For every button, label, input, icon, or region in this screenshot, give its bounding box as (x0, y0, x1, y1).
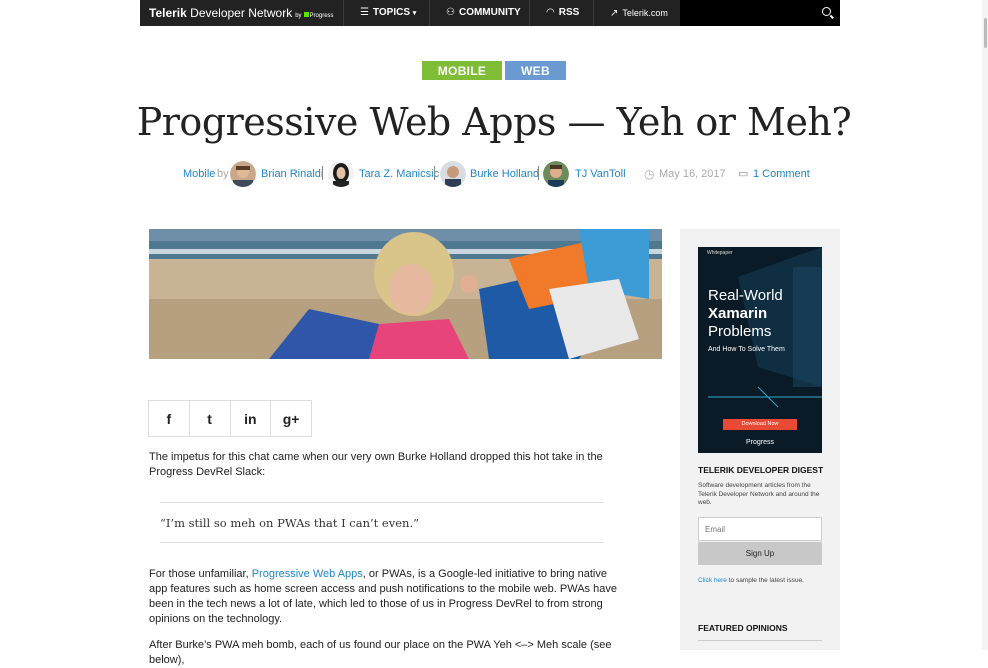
ad-subtitle: And How To Solve Them (708, 346, 785, 353)
avatar-tara[interactable] (328, 161, 354, 187)
clock-icon: ◷ (644, 167, 655, 181)
byline-by: by (217, 168, 229, 180)
googleplus-share-icon[interactable]: g+ (271, 401, 311, 436)
comments-link[interactable]: 1 Comment (753, 160, 810, 188)
nav-topics[interactable]: ☰ TOPICS ▾ (343, 0, 429, 26)
comment-icon: ▭ (738, 168, 749, 180)
signup-button[interactable]: Sign Up (698, 542, 822, 565)
author-brian[interactable]: Brian Rinaldi (261, 160, 323, 188)
whitepaper-ad[interactable]: Whitepaper Real-World Xamarin Problems A… (698, 247, 822, 453)
facebook-share-icon[interactable]: f (149, 401, 190, 436)
quote-rule-top (160, 502, 604, 503)
caret-down-icon: ▾ (412, 10, 417, 17)
featured-opinions-heading: FEATURED OPINIONS (698, 623, 788, 633)
ad-line1: Real-World (708, 287, 783, 304)
brand-bold: Telerik (149, 6, 187, 20)
nav-topics-label: TOPICS (372, 7, 411, 18)
sample-issue-text: Click here to sample the latest issue. (698, 577, 804, 584)
byline-divider (322, 166, 323, 180)
byline-divider (538, 166, 539, 180)
ad-label: Whitepaper (707, 250, 733, 256)
external-link-icon: ↗ (610, 8, 619, 19)
nav-community[interactable]: ⚇ COMMUNITY (429, 0, 529, 26)
featured-divider (698, 640, 822, 641)
digest-title: TELERIK DEVELOPER DIGEST (698, 465, 824, 475)
download-now-button[interactable]: Download Now (723, 419, 797, 430)
hero-image (149, 229, 662, 359)
ad-headline: Real-World Xamarin Problems (708, 287, 818, 341)
avatar-brian[interactable] (230, 161, 256, 187)
site-logo[interactable]: Telerik Developer Network by Progress (149, 6, 334, 20)
author-tara[interactable]: Tara Z. Manicsic (359, 160, 439, 188)
avatar-tj[interactable] (543, 161, 569, 187)
scrollbar[interactable] (982, 0, 988, 650)
email-field[interactable] (698, 517, 822, 541)
ad-line2: Xamarin (708, 305, 768, 322)
avatar-burke[interactable] (440, 161, 466, 187)
digest-description: Software development articles from the T… (698, 482, 820, 506)
main-nav: Telerik Developer Network by Progress ☰ TOP… (140, 0, 840, 26)
pwa-link[interactable]: Progressive Web Apps (252, 568, 363, 580)
sample-issue-rest: to sample the latest issue. (726, 577, 804, 584)
quote-rule-bottom (160, 542, 604, 543)
publish-date: May 16, 2017 (659, 168, 726, 180)
ad-line3: Problems (708, 323, 772, 340)
paragraph-intro: The impetus for this chat came when our … (149, 451, 603, 478)
nav-telerik-link[interactable]: ↗ Telerik.com (593, 0, 680, 26)
tag-web[interactable]: WEB (505, 61, 566, 80)
author-burke[interactable]: Burke Holland (470, 160, 539, 188)
twitter-share-icon[interactable]: t (190, 401, 231, 436)
top-bar: Telerik Developer Network by Progress ☰ TOP… (0, 0, 988, 26)
nav-telerik-label: Telerik.com (622, 8, 668, 18)
users-icon: ⚇ (446, 7, 455, 18)
pull-quote: “I’m still so meh on PWAs that I can’t e… (160, 516, 419, 530)
scrollbar-thumb[interactable] (984, 18, 987, 48)
search-area (680, 0, 840, 26)
paragraph-pwa: For those unfamiliar, Progressive Web Ap… (149, 567, 619, 627)
article-title: Progressive Web Apps — Yeh or Meh? (136, 100, 852, 144)
linkedin-share-icon[interactable]: in (231, 401, 272, 436)
brand-progress: Progress (302, 13, 334, 19)
nav-community-label: COMMUNITY (458, 7, 521, 18)
share-bar: f t in g+ (148, 400, 312, 437)
brand-by: by (295, 13, 302, 19)
menu-icon: ☰ (360, 7, 369, 18)
brand-rest: Developer Network (190, 6, 293, 20)
paragraph-pwa-text: For those unfamiliar, (149, 568, 252, 580)
ad-progress-logo: Progress (745, 439, 774, 446)
sample-issue-link[interactable]: Click here (698, 577, 727, 584)
tag-mobile[interactable]: MOBILE (422, 61, 502, 80)
author-tj[interactable]: TJ VanToll (575, 160, 626, 188)
search-icon[interactable] (822, 7, 831, 16)
paragraph-scale: After Burke’s PWA meh bomb, each of us f… (149, 639, 612, 666)
nav-rss[interactable]: ◠ RSS (529, 0, 593, 26)
rss-icon: ◠ (546, 7, 555, 18)
nav-rss-label: RSS (558, 7, 580, 18)
category-link[interactable]: Mobile (183, 160, 215, 188)
byline-divider (434, 166, 435, 180)
